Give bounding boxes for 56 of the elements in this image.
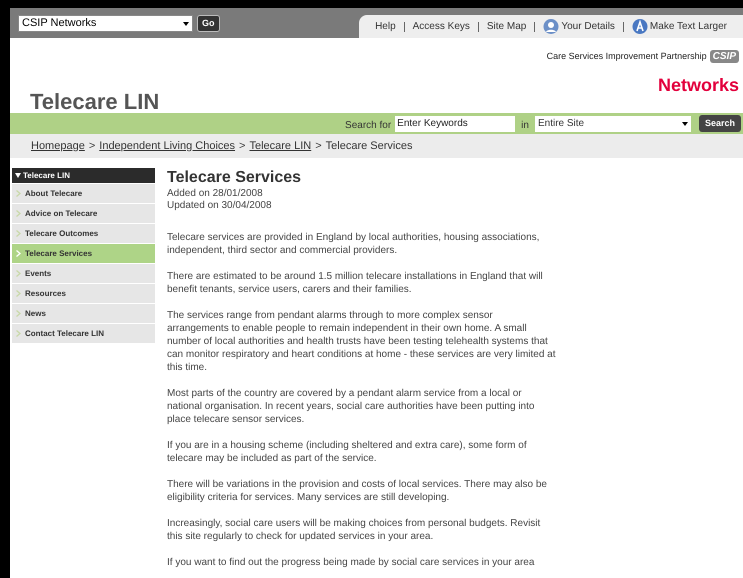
breadcrumb-link[interactable]: Independent Living Choices — [99, 138, 236, 154]
sidebar-item[interactable]: Resources — [12, 284, 155, 303]
chevron-icon — [16, 290, 21, 297]
sidebar-item[interactable]: Advice on Telecare — [12, 204, 155, 223]
sidebar-item[interactable]: About Telecare — [12, 184, 155, 203]
logo-title: Networks — [658, 74, 739, 97]
paragraph: There will be variations in the provision and costs of local services. There may also be eligibility criteria for services. Many services are still developing. — [167, 478, 548, 504]
paragraph: The services range from pendant alarms through to more complex sensor arrangements to enable people to remain independent in their own home. A small number of local authorities and health trusts have been testing telehealth systems that can monitor respiratory and heart conditions at home - these services are very limited at this time. — [167, 309, 557, 374]
chevron-icon — [16, 210, 21, 217]
added-date: Added on 28/01/2008 — [167, 188, 264, 200]
chevron-icon — [16, 330, 21, 337]
font-size-icon — [632, 19, 648, 34]
paragraph: There are estimated to be around 1.5 million telecare installations in England that will benefit tenants, service users, carers and their families. — [167, 270, 544, 296]
person-icon — [543, 19, 560, 34]
sidebar-item[interactable]: Telecare Outcomes — [12, 224, 155, 243]
updated-date: Updated on 30/04/2008 — [167, 200, 273, 212]
sidebar-item[interactable]: Events — [12, 264, 155, 283]
logo-tagline: Care Services Improvement Partnership — [546, 50, 707, 63]
sidebar-heading[interactable]: Telecare LIN — [12, 168, 155, 183]
top-link[interactable]: Help — [375, 19, 396, 34]
search-field[interactable]: Enter Keywords — [395, 116, 516, 132]
paragraph: Most parts of the country are covered by a pendant alarm service from a local or national organisation. In recent years, social care authorities have been putting into place telecare sensor services. — [167, 387, 536, 426]
breadcrumb-separator: > — [239, 138, 246, 154]
search-label: Search for — [345, 119, 392, 133]
breadcrumb-link[interactable]: Homepage — [31, 138, 85, 154]
scope-select[interactable]: Entire Site — [534, 116, 691, 132]
sidebar-item[interactable]: Telecare Services — [12, 244, 155, 263]
sidebar-item[interactable]: News — [12, 304, 155, 323]
paragraph: If you want to find out the progress being made by social care services in your area — [167, 556, 536, 569]
top-link[interactable]: Access Keys — [412, 19, 470, 34]
page-title: Telecare Services — [167, 168, 302, 188]
paragraph: Increasingly, social care users will be making choices from personal budgets. Revisit this site regularly to check for updated services in your area. — [167, 517, 542, 543]
chevron-icon — [16, 270, 21, 277]
breadcrumb-current: Telecare Services — [326, 138, 412, 154]
chevron-icon — [16, 230, 21, 237]
sidebar-item[interactable]: Contact Telecare LIN — [12, 324, 155, 343]
site-title: Telecare LIN — [30, 88, 160, 116]
paragraph: Telecare services are provided in England by local authorities, housing associations, independent, third sector and commercial providers. — [167, 231, 540, 257]
dropdown-arrow-icon — [183, 22, 189, 26]
breadcrumb-separator: > — [88, 138, 96, 154]
top-link[interactable]: Your Details — [543, 19, 615, 34]
breadcrumb-link[interactable]: Telecare LIN — [249, 138, 312, 154]
logo-badge: CSIP — [710, 50, 739, 64]
chevron-icon — [16, 250, 21, 257]
breadcrumb-separator: > — [315, 138, 322, 154]
chevron-icon — [16, 190, 21, 197]
top-link[interactable]: Site Map — [486, 19, 526, 34]
chevron-down-icon — [15, 173, 21, 178]
search-button[interactable]: Search — [698, 115, 741, 132]
dropdown-arrow-icon — [682, 122, 688, 126]
chevron-icon — [16, 310, 21, 317]
top-link[interactable]: Make Text Larger — [632, 19, 727, 34]
go-button[interactable]: Go — [197, 15, 220, 32]
network-select[interactable]: CSIP Networks — [18, 15, 193, 32]
paragraph: If you are in a housing scheme (including sheltered and extra care), some form of telecare may be included as part of the service. — [167, 439, 528, 465]
scope-label: in — [521, 119, 529, 133]
